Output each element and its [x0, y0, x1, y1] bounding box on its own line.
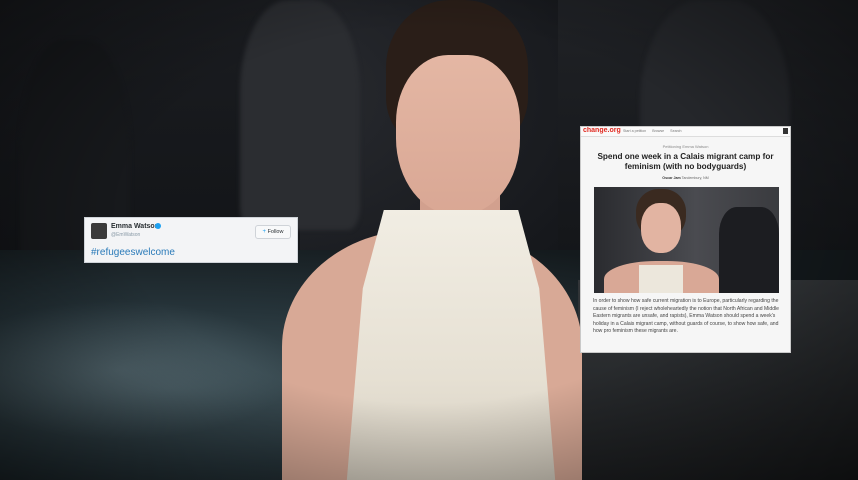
author-name[interactable]: Oscar Jam: [662, 176, 680, 180]
follow-label: Follow: [267, 229, 284, 235]
tweet-author-handle[interactable]: @EmWatson: [111, 232, 140, 238]
petition-target: Petitioning Emma Watson: [662, 144, 709, 149]
petition-nav-links: Start a petition Browse Search: [623, 129, 687, 133]
tweet-card: Emma Watson @EmWatson + Follow #refugees…: [84, 217, 298, 263]
photo-dress: [639, 265, 683, 293]
nav-start-petition[interactable]: Start a petition: [623, 129, 646, 133]
photo-crowd: [719, 207, 779, 293]
change-org-logo[interactable]: change.org: [583, 127, 621, 134]
petition-photo: [594, 187, 779, 293]
follow-user-icon: +: [262, 229, 267, 235]
petition-description: In order to show how safe current migrat…: [593, 298, 780, 334]
close-icon[interactable]: [783, 128, 788, 134]
petition-author: Oscar Jam Tandembury, NM: [581, 176, 790, 180]
photo-face: [641, 203, 681, 253]
petition-title: Spend one week in a Calais migrant camp …: [597, 152, 774, 171]
petition-card: change.org Start a petition Browse Searc…: [580, 126, 791, 353]
avatar[interactable]: [91, 223, 107, 239]
petition-navbar: change.org Start a petition Browse Searc…: [581, 127, 790, 137]
author-location: Tandembury, NM: [681, 176, 709, 180]
nav-search[interactable]: Search: [670, 129, 681, 133]
tweet-author-name[interactable]: Emma Watson: [111, 223, 159, 230]
nav-browse[interactable]: Browse: [652, 129, 664, 133]
verified-badge-icon: [155, 223, 161, 229]
tweet-hashtag[interactable]: #refugeeswelcome: [91, 247, 175, 258]
follow-button[interactable]: + Follow: [255, 225, 291, 239]
